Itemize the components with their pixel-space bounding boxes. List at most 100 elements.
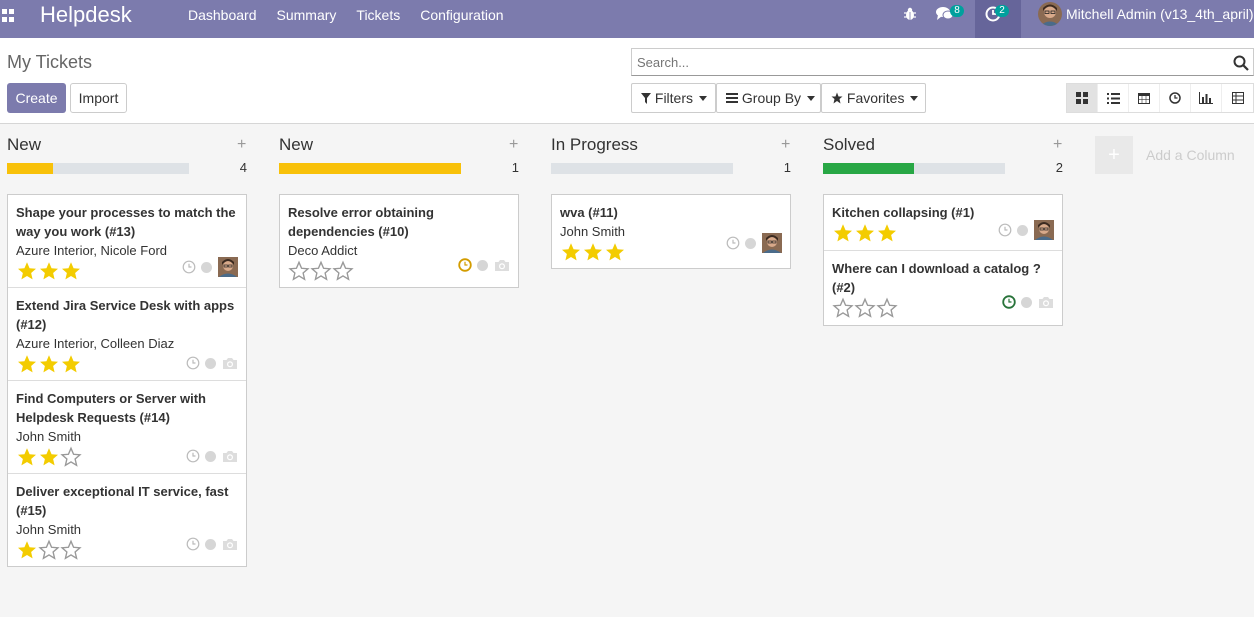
ticket-card[interactable]: Shape your processes to match the way yo… <box>8 195 246 288</box>
star-filled-icon[interactable] <box>38 446 60 468</box>
star-filled-icon[interactable] <box>16 260 38 282</box>
bug-icon[interactable] <box>903 7 917 21</box>
star-filled-icon[interactable] <box>854 222 876 244</box>
activity-clock-icon[interactable] <box>182 260 196 274</box>
star-empty-icon[interactable] <box>310 260 332 282</box>
star-filled-icon[interactable] <box>60 260 82 282</box>
add-card-icon[interactable]: + <box>1053 136 1062 154</box>
star-filled-icon[interactable] <box>560 241 582 263</box>
camera-icon[interactable] <box>1038 295 1054 309</box>
search-input[interactable] <box>632 49 1212 75</box>
menu-item-dashboard[interactable]: Dashboard <box>188 7 257 23</box>
activity-clock-icon[interactable] <box>458 258 472 272</box>
star-empty-icon[interactable] <box>832 297 854 319</box>
star-empty-icon[interactable] <box>332 260 354 282</box>
create-button[interactable]: Create <box>7 83 66 113</box>
column-progress-bar[interactable] <box>279 163 461 174</box>
camera-icon[interactable] <box>494 258 510 272</box>
favorites-dropdown[interactable]: Favorites <box>821 83 926 113</box>
activity-clock-icon[interactable] <box>726 236 740 250</box>
star-empty-icon[interactable] <box>876 297 898 319</box>
assignee-avatar[interactable] <box>762 233 782 253</box>
calendar-icon <box>1138 93 1150 104</box>
activity-clock-icon[interactable] <box>186 537 200 551</box>
ticket-title: Shape your processes to match the way yo… <box>16 205 236 239</box>
assignee-avatar[interactable] <box>1034 220 1054 240</box>
star-filled-icon[interactable] <box>832 222 854 244</box>
camera-icon[interactable] <box>222 537 238 551</box>
star-filled-icon[interactable] <box>38 353 60 375</box>
status-dot[interactable] <box>205 538 216 550</box>
activity-clock-icon[interactable] <box>186 356 200 370</box>
camera-icon[interactable] <box>222 356 238 370</box>
apps-menu-icon[interactable] <box>2 9 16 23</box>
star-empty-icon[interactable] <box>38 539 60 561</box>
user-avatar <box>1038 2 1062 26</box>
ticket-card[interactable]: Extend Jira Service Desk with apps (#12)… <box>8 288 246 381</box>
search-icon[interactable] <box>1233 55 1249 71</box>
groupby-dropdown[interactable]: Group By <box>716 83 821 113</box>
status-dot[interactable] <box>1021 296 1032 308</box>
ticket-card[interactable]: Find Computers or Server with Helpdesk R… <box>8 381 246 474</box>
column-title[interactable]: In Progress <box>551 135 638 155</box>
menu-item-tickets[interactable]: Tickets <box>356 7 400 23</box>
star-filled-icon[interactable] <box>604 241 626 263</box>
ticket-card[interactable]: Kitchen collapsing (#1) <box>824 195 1062 251</box>
ticket-card[interactable]: Deliver exceptional IT service, fast (#1… <box>8 474 246 561</box>
menu-item-configuration[interactable]: Configuration <box>420 7 503 23</box>
activity-clock-icon[interactable] <box>998 223 1012 237</box>
user-menu[interactable]: Mitchell Admin (v13_4th_april) <box>1038 2 1254 26</box>
add-card-icon[interactable]: + <box>509 136 518 154</box>
plus-icon[interactable]: + <box>1095 136 1133 174</box>
control-panel: My Tickets Create Import Filters Group B… <box>0 38 1254 124</box>
star-filled-icon[interactable] <box>16 446 38 468</box>
star-filled-icon[interactable] <box>16 353 38 375</box>
activity-menu[interactable]: 2 <box>975 0 1021 38</box>
activity-view-button[interactable] <box>1160 84 1191 112</box>
star-filled-icon[interactable] <box>16 539 38 561</box>
star-filled-icon[interactable] <box>60 353 82 375</box>
column-count: 1 <box>511 160 519 175</box>
column-progress-bar[interactable] <box>823 163 1005 174</box>
activity-clock-icon[interactable] <box>186 449 200 463</box>
ticket-title: Where can I download a catalog ? (#2) <box>832 261 1041 295</box>
star-empty-icon[interactable] <box>288 260 310 282</box>
add-column-label[interactable]: Add a Column <box>1146 147 1235 163</box>
status-dot[interactable] <box>477 259 488 271</box>
star-empty-icon[interactable] <box>60 446 82 468</box>
status-dot[interactable] <box>745 237 756 249</box>
ticket-card[interactable]: Resolve error obtaining dependencies (#1… <box>280 195 518 282</box>
calendar-view-button[interactable] <box>1129 84 1160 112</box>
assignee-avatar[interactable] <box>218 257 238 277</box>
status-dot[interactable] <box>205 450 216 462</box>
activity-clock-icon[interactable] <box>1002 295 1016 309</box>
app-brand[interactable]: Helpdesk <box>40 2 132 28</box>
star-filled-icon[interactable] <box>38 260 60 282</box>
star-empty-icon[interactable] <box>60 539 82 561</box>
ticket-card[interactable]: wva (#11) John Smith <box>552 195 790 263</box>
add-card-icon[interactable]: + <box>781 136 790 154</box>
camera-icon[interactable] <box>222 449 238 463</box>
star-filled-icon[interactable] <box>876 222 898 244</box>
filters-dropdown[interactable]: Filters <box>631 83 716 113</box>
star-empty-icon[interactable] <box>854 297 876 319</box>
column-title[interactable]: Solved <box>823 135 875 155</box>
column-title[interactable]: New <box>7 135 41 155</box>
column-progress-bar[interactable] <box>551 163 733 174</box>
add-card-icon[interactable]: + <box>237 136 246 154</box>
list-view-button[interactable] <box>1098 84 1129 112</box>
status-dot[interactable] <box>201 261 212 273</box>
ticket-customer: John Smith <box>16 429 82 444</box>
graph-view-button[interactable] <box>1191 84 1222 112</box>
column-progress-bar[interactable] <box>7 163 189 174</box>
pivot-view-button[interactable] <box>1222 84 1253 112</box>
column-title[interactable]: New <box>279 135 313 155</box>
ticket-customer: Azure Interior, Colleen Diaz <box>16 336 175 351</box>
status-dot[interactable] <box>1017 224 1028 236</box>
ticket-card[interactable]: Where can I download a catalog ? (#2) <box>824 251 1062 319</box>
import-button[interactable]: Import <box>70 83 127 113</box>
kanban-view-button[interactable] <box>1067 84 1098 112</box>
status-dot[interactable] <box>205 357 216 369</box>
menu-item-summary[interactable]: Summary <box>277 7 337 23</box>
star-filled-icon[interactable] <box>582 241 604 263</box>
